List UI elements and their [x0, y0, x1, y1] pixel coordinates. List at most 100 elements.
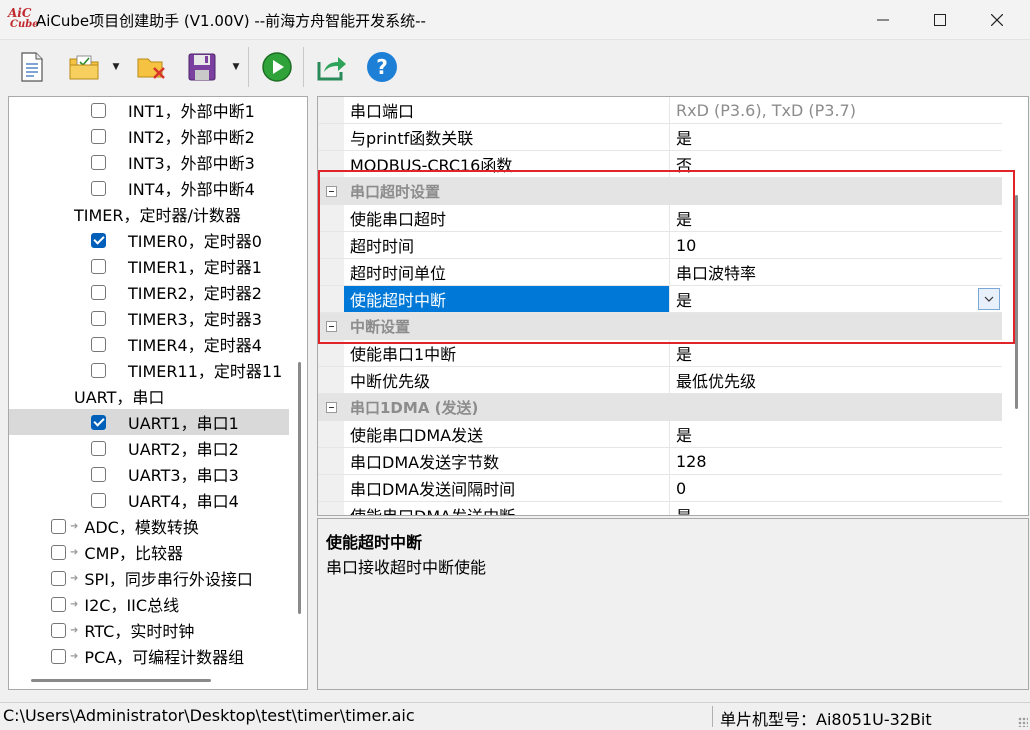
help-button[interactable]: ? — [364, 49, 400, 85]
property-row[interactable]: 使能串口超时是 — [318, 205, 1002, 232]
tree-vertical-scrollbar[interactable] — [298, 362, 301, 614]
tree-item[interactable]: INT1，外部中断1 — [9, 97, 307, 123]
open-dropdown-arrow[interactable]: ▼ — [110, 57, 122, 77]
minimize-button[interactable] — [858, 0, 908, 40]
property-value[interactable]: 串口波特率 — [670, 259, 1002, 285]
property-row[interactable]: 使能串口1中断是 — [318, 340, 1002, 367]
tree-item[interactable]: UART2，串口2 — [9, 435, 307, 461]
tree-item-checkbox[interactable] — [91, 284, 106, 300]
tree-item-checkbox[interactable] — [91, 102, 106, 118]
collapse-icon[interactable] — [326, 321, 337, 332]
property-value[interactable]: 是 — [670, 124, 1002, 150]
save-dropdown-arrow[interactable]: ▼ — [230, 57, 242, 77]
tree-item-checkbox[interactable] — [51, 518, 66, 534]
property-row[interactable]: 超时时间 10 — [318, 232, 1002, 259]
property-grid[interactable]: 串口端口 RxD (P3.6), TxD (P3.7) 与printf函数关联是 MO… — [317, 96, 1029, 516]
new-project-button[interactable] — [14, 49, 50, 85]
property-margin — [318, 97, 344, 123]
property-value[interactable]: 是 — [670, 421, 1002, 447]
tree-item[interactable]: UART4，串口4 — [9, 487, 307, 513]
tree-item[interactable]: UART1，串口1 — [9, 409, 289, 435]
close-project-button[interactable] — [134, 49, 170, 85]
tree-item-checkbox[interactable] — [91, 232, 106, 248]
property-row[interactable]: 串口DMA发送字节数 128 — [318, 448, 1002, 475]
property-row[interactable]: 中断优先级 最低优先级 — [318, 367, 1002, 394]
tree-item-checkbox[interactable] — [51, 570, 66, 586]
property-row[interactable]: 超时时间单位 串口波特率 — [318, 259, 1002, 286]
tree-item[interactable]: TIMER0，定时器0 — [9, 227, 307, 253]
property-value[interactable]: 是 — [670, 205, 1002, 231]
tree-item[interactable]: ➜ I2C，IIC总线 — [9, 591, 307, 617]
tree-item-checkbox[interactable] — [91, 440, 106, 456]
tree-item[interactable]: TIMER1，定时器1 — [9, 253, 307, 279]
tree-item-label: SPI，同步串行外设接口 — [84, 570, 253, 589]
chevron-down-icon[interactable] — [978, 288, 1000, 310]
property-category[interactable]: 串口1DMA (发送) — [318, 394, 1002, 421]
tree-item-checkbox[interactable] — [51, 596, 66, 612]
collapse-icon[interactable] — [326, 186, 337, 197]
property-value[interactable]: 0 — [670, 475, 1002, 501]
property-category-label: 中断设置 — [350, 317, 411, 336]
tree-item-checkbox[interactable] — [91, 492, 106, 508]
property-category[interactable]: 中断设置 — [318, 313, 1002, 340]
property-row[interactable]: 使能串口DMA发送是 — [318, 421, 1002, 448]
tree-item-label: INT1，外部中断1 — [128, 102, 255, 121]
property-value[interactable]: 否 — [670, 151, 1002, 177]
tree-item-checkbox[interactable] — [91, 128, 106, 144]
peripheral-tree[interactable]: INT1，外部中断1 INT2，外部中断2 INT3，外部中断3 INT4，外部中断4… — [8, 96, 308, 690]
collapse-icon[interactable] — [326, 402, 337, 413]
tree-item[interactable]: ➜ PCA，可编程计数器组 — [9, 643, 307, 669]
property-row[interactable]: 串口DMA发送间隔时间 0 — [318, 475, 1002, 502]
tree-item[interactable]: INT3，外部中断3 — [9, 149, 307, 175]
tree-horizontal-scrollbar[interactable] — [31, 679, 211, 682]
property-row[interactable]: 串口端口 RxD (P3.6), TxD (P3.7) — [318, 97, 1002, 124]
property-row[interactable]: MODBUS-CRC16函数否 — [318, 151, 1002, 178]
tree-item[interactable]: INT4，外部中断4 — [9, 175, 307, 201]
property-value[interactable]: 是 — [670, 502, 1002, 515]
tree-item-checkbox[interactable] — [51, 544, 66, 560]
property-row[interactable]: 使能串口DMA发送中断是 — [318, 502, 1002, 515]
property-value[interactable]: 是 — [670, 286, 1002, 312]
tree-item-label: TIMER0，定时器0 — [128, 232, 262, 251]
tree-item[interactable]: TIMER11，定时器11 — [9, 357, 307, 383]
tree-item-checkbox[interactable] — [91, 362, 106, 378]
property-value[interactable]: 128 — [670, 448, 1002, 474]
tree-item[interactable]: TIMER，定时器/计数器 — [9, 201, 307, 227]
tree-item-checkbox[interactable] — [91, 310, 106, 326]
close-button[interactable] — [972, 0, 1022, 40]
tree-item-checkbox[interactable] — [91, 466, 106, 482]
tree-item[interactable]: UART，串口 — [9, 383, 307, 409]
help-icon: ? — [367, 52, 397, 82]
property-row[interactable]: 使能超时中断是 — [318, 286, 1002, 313]
tree-item-checkbox[interactable] — [51, 622, 66, 638]
maximize-button[interactable] — [915, 0, 965, 40]
property-vertical-scrollbar[interactable] — [1015, 195, 1018, 409]
tree-item[interactable]: INT2，外部中断2 — [9, 123, 307, 149]
property-value[interactable]: 10 — [670, 232, 1002, 258]
tree-item-checkbox[interactable] — [91, 336, 106, 352]
tree-item[interactable]: ➜ SPI，同步串行外设接口 — [9, 565, 307, 591]
tree-item[interactable]: ➜ CMP，比较器 — [9, 539, 307, 565]
property-value[interactable]: RxD (P3.6), TxD (P3.7) — [670, 97, 1002, 123]
tree-item[interactable]: TIMER3，定时器3 — [9, 305, 307, 331]
tree-item-checkbox[interactable] — [91, 414, 106, 430]
property-row[interactable]: 与printf函数关联是 — [318, 124, 1002, 151]
property-value[interactable]: 最低优先级 — [670, 367, 1002, 393]
tree-item-label: TIMER，定时器/计数器 — [74, 206, 241, 225]
property-category[interactable]: 串口超时设置 — [318, 178, 1002, 205]
tree-item[interactable]: UART3，串口3 — [9, 461, 307, 487]
tree-item-checkbox[interactable] — [91, 180, 106, 196]
tree-item-checkbox[interactable] — [91, 154, 106, 170]
run-button[interactable] — [259, 49, 295, 85]
open-project-button[interactable] — [66, 49, 102, 85]
tree-item[interactable]: ➜ ADC，模数转换 — [9, 513, 307, 539]
tree-item[interactable]: TIMER4，定时器4 — [9, 331, 307, 357]
tree-item[interactable]: ➜ RTC，实时时钟 — [9, 617, 307, 643]
tree-item-checkbox[interactable] — [91, 258, 106, 274]
tree-item-checkbox[interactable] — [51, 648, 66, 664]
resize-grip[interactable] — [1018, 717, 1028, 727]
property-value[interactable]: 是 — [670, 340, 1002, 366]
save-project-button[interactable] — [184, 49, 220, 85]
tree-item[interactable]: TIMER2，定时器2 — [9, 279, 307, 305]
export-button[interactable] — [314, 49, 350, 85]
